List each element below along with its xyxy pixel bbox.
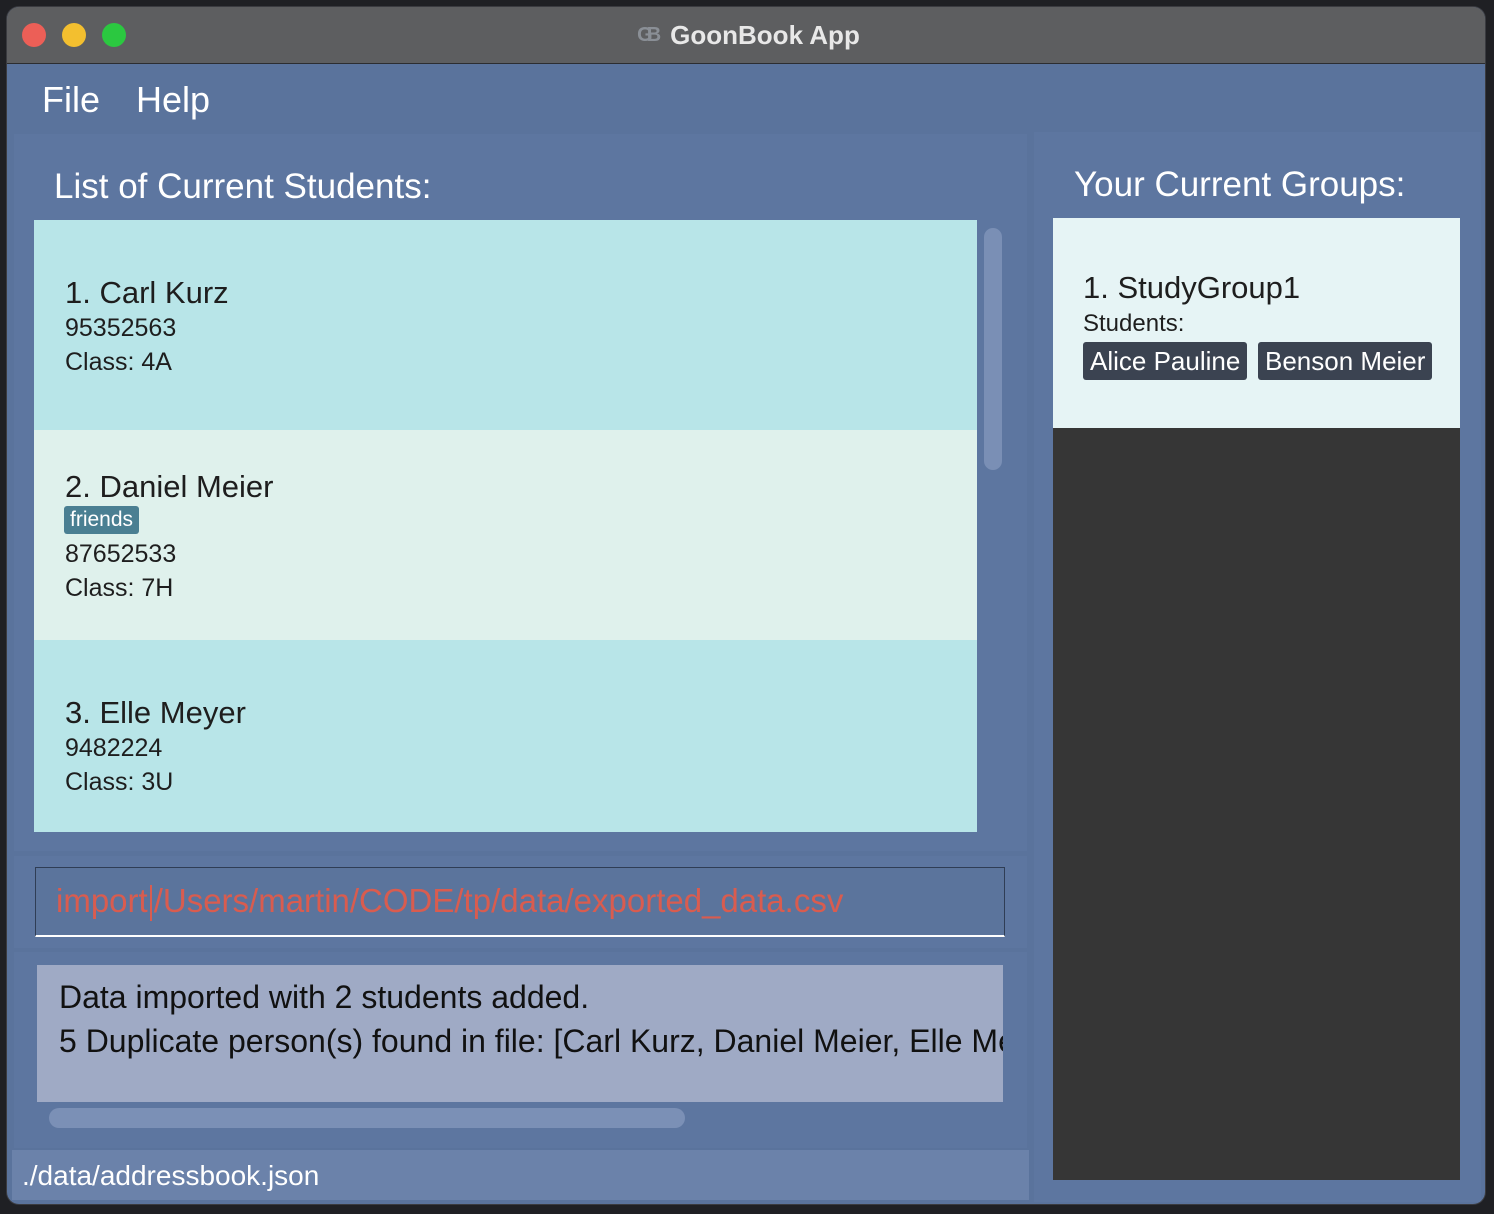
title-bar: GB GoonBook App — [7, 7, 1485, 64]
app-window: GB GoonBook App File Help List of Curren… — [7, 7, 1485, 1204]
group-students-label: Students: — [1083, 310, 1185, 337]
student-tag: friends — [64, 506, 140, 534]
text-caret — [149, 885, 152, 922]
student-name: 2. Daniel Meier — [65, 469, 274, 504]
group-member-chip: Alice Pauline — [1083, 342, 1248, 380]
menu-help[interactable]: Help — [136, 79, 210, 121]
groups-section-title: Your Current Groups: — [1074, 165, 1406, 204]
student-card[interactable]: 2. Daniel Meier friends 87652533 Class: … — [34, 430, 977, 640]
menu-bar: File Help — [7, 64, 1485, 132]
student-phone: 95352563 — [65, 314, 177, 342]
group-list[interactable]: 1. StudyGroup1 Students: Alice Pauline B… — [1053, 218, 1460, 1180]
result-line: Data imported with 2 students added. — [59, 979, 590, 1015]
student-name: 3. Elle Meyer — [65, 695, 246, 730]
student-phone: 87652533 — [65, 540, 177, 568]
student-class: Class: 7H — [65, 574, 174, 602]
students-section-title: List of Current Students: — [54, 167, 432, 206]
student-class: Class: 4A — [65, 348, 172, 376]
result-horizontal-scrollbar[interactable] — [49, 1108, 685, 1128]
status-file-path: ./data/addressbook.json — [22, 1160, 320, 1191]
student-list[interactable]: 1. Carl Kurz 95352563 Class: 4A 2. Danie… — [34, 220, 977, 832]
goonbook-logo-icon: GB — [637, 23, 661, 46]
student-phone: 9482224 — [65, 734, 163, 762]
command-argument: /Users/martin/CODE/tp/data/exported_data… — [153, 882, 844, 919]
student-class: Class: 3U — [65, 768, 174, 796]
status-bar: ./data/addressbook.json — [12, 1150, 1029, 1200]
student-card[interactable]: 3. Elle Meyer 9482224 Class: 3U — [34, 640, 977, 832]
result-line: 5 Duplicate person(s) found in file: [Ca… — [59, 1023, 1003, 1059]
student-list-scrollbar[interactable] — [984, 228, 1002, 470]
group-member-chip: Benson Meier — [1258, 342, 1433, 380]
command-text: import/Users/martin/CODE/tp/data/exporte… — [56, 882, 844, 922]
menu-file[interactable]: File — [42, 79, 100, 121]
result-display[interactable]: Data imported with 2 students added. 5 D… — [37, 965, 1003, 1102]
command-input[interactable]: import/Users/martin/CODE/tp/data/exporte… — [35, 867, 1005, 937]
window-title: GoonBook App — [670, 19, 860, 50]
command-word: import — [56, 882, 148, 919]
student-name: 1. Carl Kurz — [65, 275, 229, 310]
student-card[interactable]: 1. Carl Kurz 95352563 Class: 4A — [34, 220, 977, 430]
group-card[interactable]: 1. StudyGroup1 Students: Alice Pauline B… — [1053, 218, 1460, 428]
group-name: 1. StudyGroup1 — [1083, 270, 1301, 305]
title-container: GB GoonBook App — [7, 7, 1485, 63]
